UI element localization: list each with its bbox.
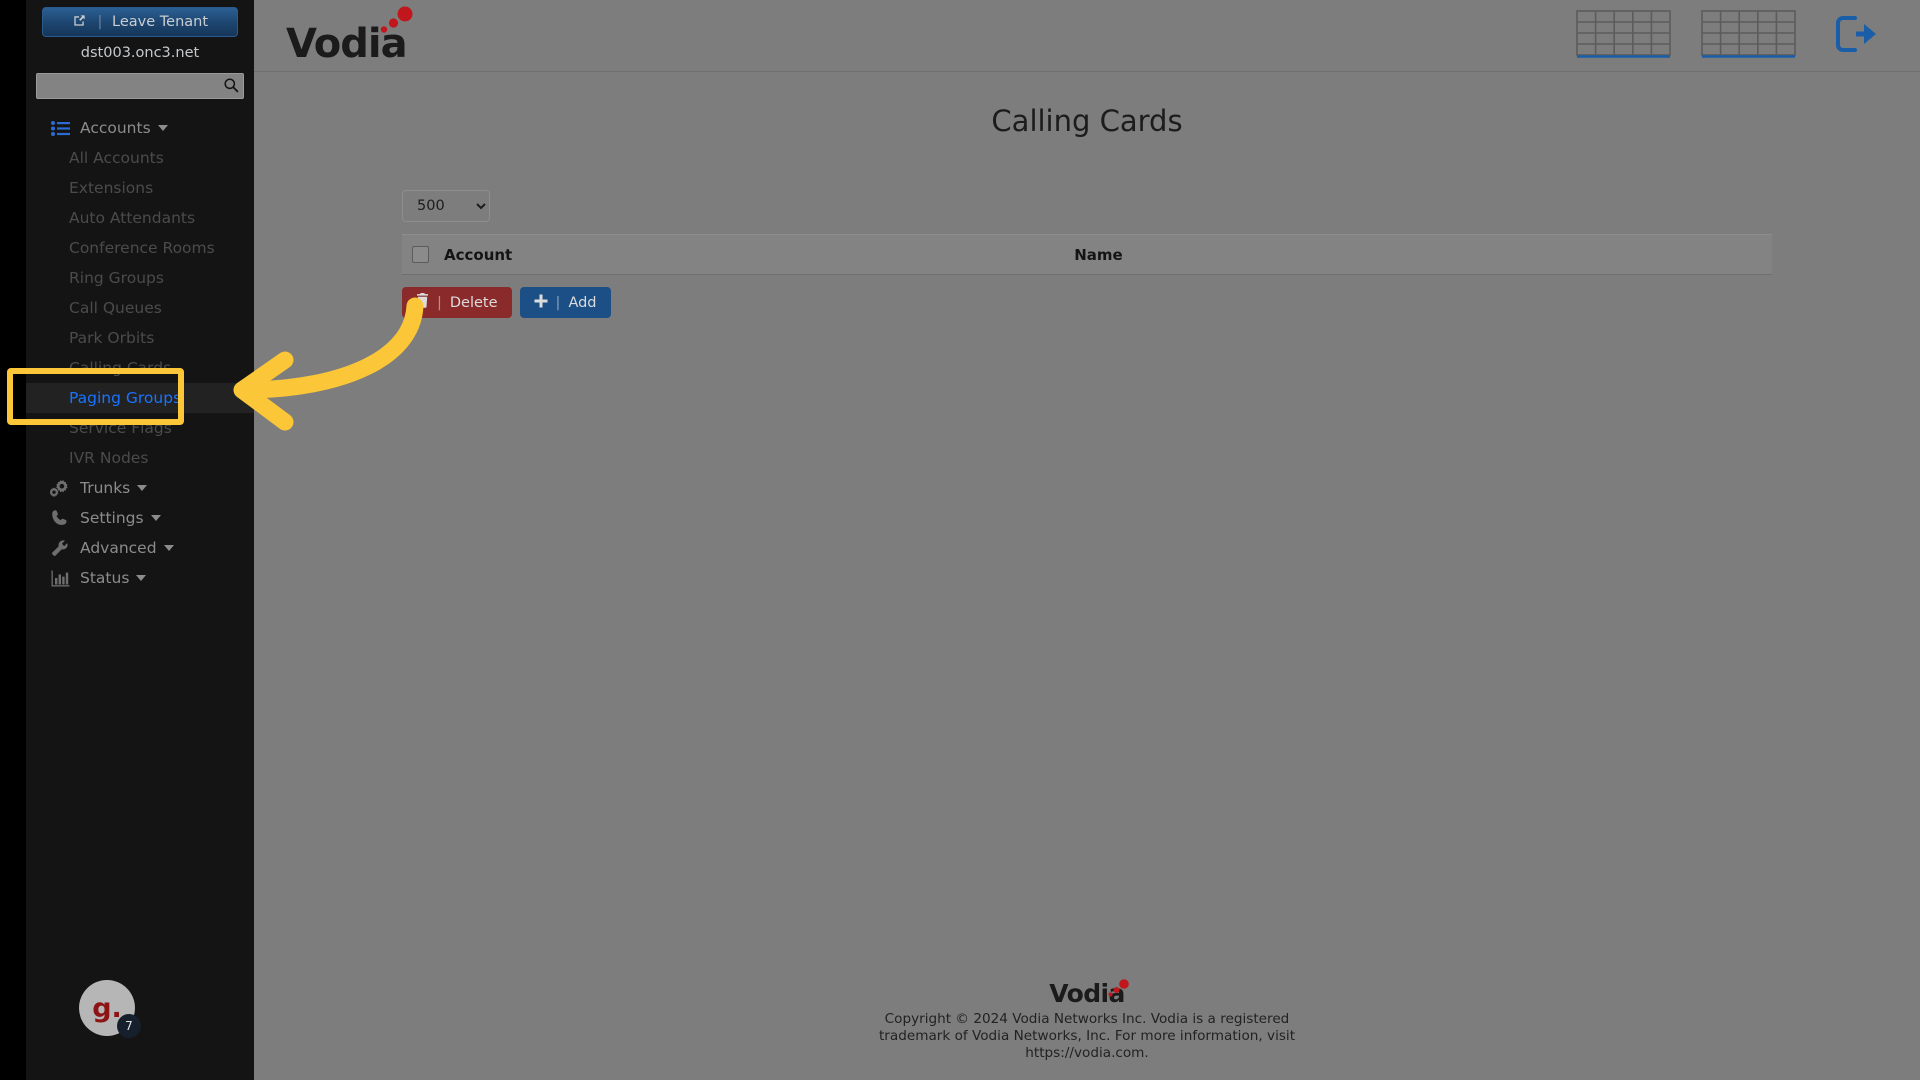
vodia-logo: Vodia bbox=[286, 6, 413, 64]
footer: Vodia Copyright © 2024 Vodia Networks In… bbox=[254, 979, 1920, 1062]
sidebar-item-paging-groups[interactable]: Paging Groups bbox=[26, 383, 254, 413]
search-box bbox=[36, 73, 244, 99]
page-title: Calling Cards bbox=[991, 104, 1183, 138]
button-separator: | bbox=[555, 294, 561, 311]
sidebar-item-calling-cards[interactable]: Calling Cards bbox=[26, 353, 254, 383]
avatar-wrapper: g. 7 bbox=[79, 980, 141, 1038]
plus-icon bbox=[534, 294, 548, 312]
sidebar-group-label: Accounts bbox=[80, 119, 151, 137]
sidebar-item-conference-rooms[interactable]: Conference Rooms bbox=[26, 233, 254, 263]
sidebar: | Leave Tenant dst003.onc3.net Accounts … bbox=[26, 0, 254, 1080]
phone-icon bbox=[50, 508, 70, 528]
table-header-row: Account Name bbox=[402, 234, 1772, 275]
page-size-select[interactable]: 500 bbox=[402, 190, 490, 222]
column-header-name[interactable]: Name bbox=[1074, 234, 1772, 275]
trash-icon bbox=[416, 293, 429, 312]
sidebar-group-label: Trunks bbox=[80, 479, 131, 497]
sidebar-item-park-orbits[interactable]: Park Orbits bbox=[26, 323, 254, 353]
avatar-badge: 7 bbox=[117, 1014, 141, 1038]
chevron-down-icon bbox=[136, 575, 147, 581]
table-actions: | Delete | Add bbox=[402, 287, 1772, 318]
sidebar-item-extensions[interactable]: Extensions bbox=[26, 173, 254, 203]
chevron-down-icon bbox=[157, 125, 168, 131]
sidebar-group-label: Status bbox=[80, 569, 130, 587]
content-area: 500 Account Name | Delete | Add bbox=[254, 190, 1920, 318]
grid-icon-1[interactable] bbox=[1576, 10, 1671, 62]
sidebar-group-status[interactable]: Status bbox=[26, 563, 254, 593]
grid-icon-2[interactable] bbox=[1701, 10, 1796, 62]
sidebar-item-ring-groups[interactable]: Ring Groups bbox=[26, 263, 254, 293]
sidebar-item-auto-attendants[interactable]: Auto Attendants bbox=[26, 203, 254, 233]
chevron-down-icon bbox=[163, 545, 174, 551]
chevron-down-icon bbox=[150, 515, 161, 521]
app-root: | Leave Tenant dst003.onc3.net Accounts … bbox=[0, 0, 1920, 1080]
sidebar-group-label: Advanced bbox=[80, 539, 157, 557]
bar-chart-icon bbox=[50, 568, 70, 588]
chevron-down-icon bbox=[137, 485, 148, 491]
select-all-checkbox[interactable] bbox=[412, 245, 429, 263]
sidebar-group-label: Settings bbox=[80, 509, 144, 527]
add-button-label: Add bbox=[568, 294, 597, 311]
sidebar-item-service-flags[interactable]: Service Flags bbox=[26, 413, 254, 443]
column-header-account[interactable]: Account bbox=[444, 234, 1075, 275]
topbar: Vodia bbox=[254, 0, 1920, 72]
search-input[interactable] bbox=[36, 73, 244, 99]
delete-button-label: Delete bbox=[449, 294, 498, 311]
logout-icon[interactable] bbox=[1834, 14, 1878, 58]
sidebar-item-all-accounts[interactable]: All Accounts bbox=[26, 143, 254, 173]
leave-tenant-label: Leave Tenant bbox=[112, 14, 209, 30]
brand-dots-icon bbox=[367, 6, 413, 46]
footer-logo: Vodia bbox=[1049, 979, 1129, 1006]
delete-button[interactable]: | Delete bbox=[402, 287, 512, 318]
button-separator: | bbox=[97, 14, 103, 30]
select-all-header bbox=[402, 234, 444, 275]
table-head: Account Name bbox=[402, 234, 1772, 275]
tenant-domain: dst003.onc3.net bbox=[80, 45, 200, 61]
wrench-icon bbox=[50, 538, 70, 558]
sidebar-item-call-queues[interactable]: Call Queues bbox=[26, 293, 254, 323]
gears-icon bbox=[50, 478, 70, 498]
sidebar-group-settings[interactable]: Settings bbox=[26, 503, 254, 533]
calling-cards-table: Account Name bbox=[402, 234, 1772, 275]
external-link-icon bbox=[72, 10, 87, 38]
add-button[interactable]: | Add bbox=[519, 287, 611, 318]
brand-dots-icon bbox=[1100, 979, 1130, 1007]
sidebar-item-ivr-nodes[interactable]: IVR Nodes bbox=[26, 443, 254, 473]
sidebar-group-advanced[interactable]: Advanced bbox=[26, 533, 254, 563]
footer-copyright: Copyright © 2024 Vodia Networks Inc. Vod… bbox=[878, 1011, 1296, 1061]
button-separator: | bbox=[437, 294, 442, 311]
list-icon bbox=[50, 118, 70, 138]
sidebar-group-accounts[interactable]: Accounts bbox=[26, 113, 254, 143]
left-gutter bbox=[0, 0, 26, 1080]
leave-tenant-button[interactable]: | Leave Tenant bbox=[42, 7, 238, 37]
sidebar-nav: Accounts All Accounts Extensions Auto At… bbox=[26, 113, 254, 593]
topbar-actions bbox=[1576, 0, 1878, 72]
sidebar-group-trunks[interactable]: Trunks bbox=[26, 473, 254, 503]
main-area: Vodia Calling Cards 500 Account Name | D… bbox=[254, 0, 1920, 1080]
